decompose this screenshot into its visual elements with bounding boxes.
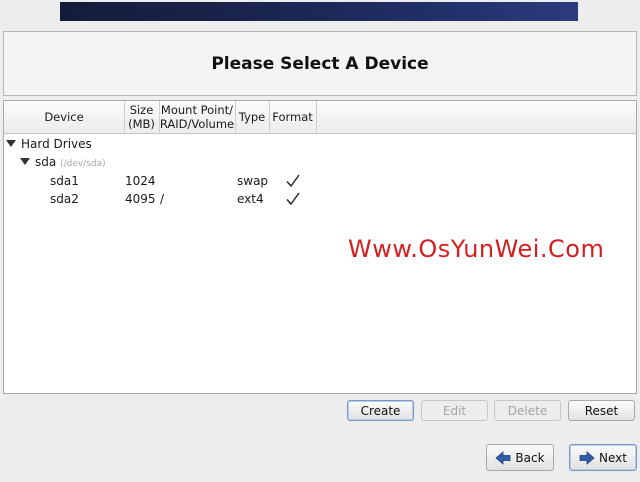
disk-name: sda [35, 155, 57, 169]
group-label: Hard Drives [21, 137, 92, 151]
col-format[interactable]: Format [269, 101, 317, 133]
format-check-icon: ✓ [286, 192, 300, 206]
partition-device: sda2 [50, 192, 79, 206]
col-size[interactable]: Size (MB) [124, 101, 160, 133]
arrow-right-icon [579, 450, 595, 465]
watermark-text: Www.OsYunWei.Com [348, 235, 605, 263]
next-button[interactable]: Next [569, 444, 637, 471]
back-label: Back [515, 450, 545, 465]
partition-device: sda1 [50, 174, 79, 188]
format-check-icon: ✓ [286, 174, 300, 188]
disk-path: (/dev/sda) [60, 159, 106, 169]
reset-button[interactable]: Reset [568, 400, 635, 421]
next-label: Next [599, 450, 627, 465]
delete-button[interactable]: Delete [494, 400, 561, 421]
col-mount-point[interactable]: Mount Point/ RAID/Volume [159, 101, 236, 133]
edit-button[interactable]: Edit [421, 400, 488, 421]
partition-type: ext4 [237, 192, 264, 206]
top-banner [60, 2, 578, 21]
col-type[interactable]: Type [235, 101, 270, 133]
tree-header: Device Size (MB) Mount Point/ RAID/Volum… [4, 101, 636, 134]
table-row[interactable]: sda1 1024 swap ✓ [4, 172, 636, 190]
partition-type: swap [237, 174, 269, 188]
arrow-left-icon [495, 450, 511, 465]
table-row[interactable]: sda2 4095 / ext4 ✓ [4, 190, 636, 208]
partition-mount: / [160, 192, 165, 206]
partition-size: 4095 [125, 192, 156, 206]
expander-down-icon[interactable] [6, 140, 16, 147]
tree-disk-sda[interactable]: sda (/dev/sda) [4, 153, 636, 171]
page-title: Please Select A Device [211, 53, 429, 74]
partition-size: 1024 [125, 174, 156, 188]
col-device[interactable]: Device [4, 101, 125, 133]
create-button[interactable]: Create [347, 400, 414, 421]
back-button[interactable]: Back [486, 444, 554, 471]
expander-down-icon[interactable] [20, 158, 30, 165]
title-panel: Please Select A Device [3, 31, 637, 96]
tree-group-hard-drives[interactable]: Hard Drives [4, 135, 636, 153]
